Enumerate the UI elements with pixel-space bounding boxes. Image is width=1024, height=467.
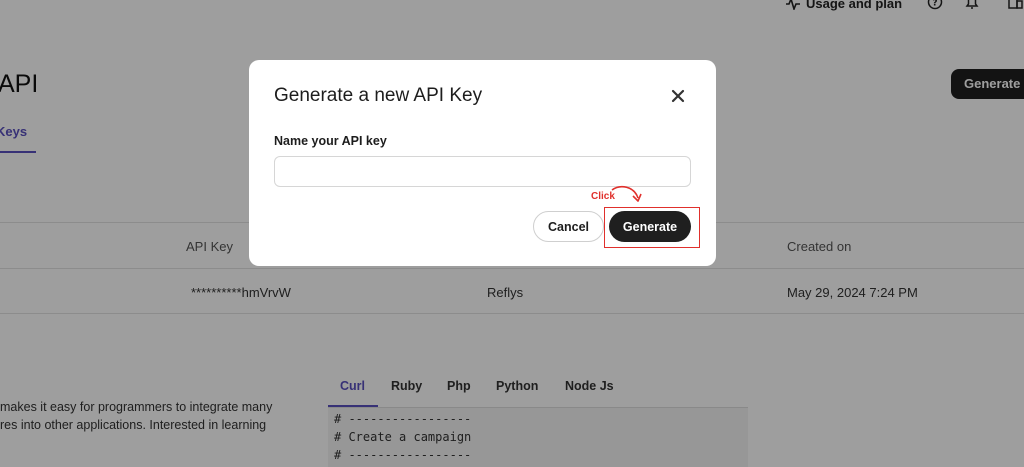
curved-arrow-icon <box>611 185 642 202</box>
generate-api-key-dialog: Generate a new API Key Name your API key… <box>249 60 716 266</box>
api-key-name-input[interactable] <box>274 156 691 187</box>
click-highlight-box <box>604 207 700 248</box>
close-icon[interactable] <box>669 87 687 105</box>
api-key-name-label: Name your API key <box>274 134 387 148</box>
dialog-title: Generate a new API Key <box>274 85 483 106</box>
cancel-button[interactable]: Cancel <box>533 211 604 242</box>
